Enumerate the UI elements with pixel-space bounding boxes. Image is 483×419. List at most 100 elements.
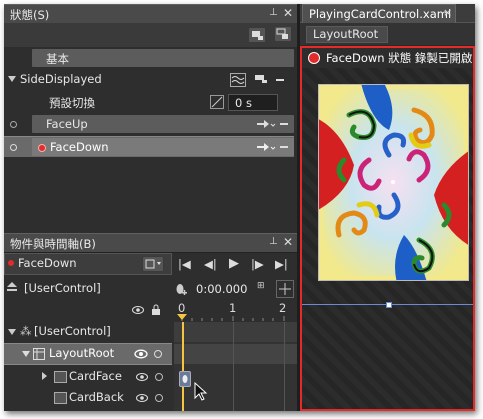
next-frame-icon[interactable]: |▶ (251, 257, 264, 271)
default-transition-row: 預設切換 0 s (4, 92, 294, 112)
artboard[interactable]: FaceDown 狀態 錄製已開啟 (300, 46, 475, 411)
objects-panel-title: 物件與時間軸(B) (10, 237, 96, 251)
states-empty-area (4, 157, 297, 232)
last-frame-icon[interactable]: ▶| (275, 257, 288, 271)
playhead-marker[interactable] (177, 314, 187, 320)
faceup-state-bar[interactable]: FaceUp (32, 115, 294, 133)
lock-toggle[interactable] (155, 394, 163, 402)
transition-duration-input[interactable]: 0 s (228, 94, 278, 111)
tree-item-cardback[interactable]: CardBack (4, 388, 172, 408)
eye-icon[interactable] (136, 393, 148, 403)
tree-item-layoutroot[interactable]: LayoutRoot (4, 343, 172, 365)
state-name-facedown: FaceDown (50, 140, 109, 154)
close-icon[interactable]: ✕ (283, 235, 293, 249)
record-indicator-icon[interactable] (10, 121, 17, 128)
document-tab[interactable]: PlayingCardControl.xaml × (302, 4, 456, 23)
image-icon (54, 371, 67, 383)
visibility-header (132, 304, 172, 318)
first-frame-icon[interactable]: |◀ (178, 257, 191, 271)
document-tab-title: PlayingCardControl.xaml (309, 7, 452, 21)
tree-item-cardface[interactable]: CardFace (4, 367, 172, 387)
breadcrumb[interactable]: LayoutRoot (306, 26, 388, 43)
object-tree: ⁂ [UserControl] LayoutRoot CardFace Card… (4, 322, 172, 411)
transition-icon[interactable] (256, 141, 276, 153)
state-row-facedown[interactable]: FaceDown (4, 136, 294, 158)
remove-state-icon[interactable] (280, 123, 288, 125)
scope-up-icon[interactable] (7, 282, 17, 292)
remove-state-icon[interactable] (280, 146, 288, 148)
playhead-line[interactable] (182, 322, 184, 411)
tree-item-label: CardBack (69, 390, 124, 404)
lock-icon[interactable] (151, 304, 161, 316)
root-scope-label: [UserControl] (24, 281, 101, 295)
base-state-label: 基本 (46, 52, 69, 66)
playback-controls: |◀ ◀| ▶ |▶ ▶| (176, 255, 296, 275)
states-panel-header: 狀態(S) ⊥ ✕ (4, 4, 297, 24)
recording-banner: FaceDown 狀態 錄製已開啟 (302, 48, 473, 68)
previous-frame-icon[interactable]: ◀| (204, 257, 217, 271)
add-state-group-button[interactable] (248, 27, 266, 43)
time-display[interactable]: 0:00.000 (196, 282, 247, 296)
easing-icon[interactable] (230, 73, 246, 87)
remove-group-icon[interactable] (276, 79, 284, 81)
record-keyframe-icon[interactable] (175, 283, 187, 295)
recording-icon[interactable] (308, 52, 320, 64)
timeline-ruler[interactable]: 0 1 2 (174, 299, 297, 321)
state-row-faceup[interactable]: FaceUp (4, 114, 294, 134)
close-icon[interactable]: ✕ (283, 6, 293, 20)
usercontrol-icon: ⁂ (20, 324, 32, 338)
scope-row[interactable]: [UserControl] (4, 279, 174, 299)
transition-icon[interactable] (256, 118, 276, 130)
recording-dot-icon (8, 260, 14, 266)
expand-icon[interactable] (42, 372, 47, 380)
storyboard-name: FaceDown (18, 256, 77, 270)
state-group-row[interactable]: SideDisplayed (4, 70, 294, 90)
base-state-row[interactable]: 基本 (4, 48, 294, 68)
eye-icon[interactable] (134, 349, 148, 359)
facedown-state-bar[interactable]: FaceDown (32, 138, 294, 156)
document-area: PlayingCardControl.xaml × LayoutRoot Fac… (300, 4, 475, 411)
card-face-image[interactable] (318, 84, 469, 281)
recording-banner-text: FaceDown 狀態 錄製已開啟 (326, 51, 473, 65)
snapping-icon[interactable]: ⊞ (257, 281, 265, 291)
objects-panel-header: 物件與時間軸(B) ⊥ ✕ (4, 233, 297, 253)
record-indicator-icon[interactable] (10, 144, 17, 151)
show-transitions-button[interactable] (274, 26, 292, 42)
storyboard-options-button[interactable] (142, 256, 164, 272)
lock-toggle[interactable] (154, 350, 162, 358)
collapse-icon[interactable] (8, 76, 16, 82)
image-icon (54, 392, 67, 404)
timeline-body[interactable] (174, 322, 297, 411)
pin-icon[interactable]: ⊥ (269, 237, 278, 247)
eye-icon[interactable] (132, 305, 144, 315)
state-group-name: SideDisplayed (20, 72, 102, 86)
collapse-icon[interactable] (8, 329, 16, 335)
states-toolbar (4, 23, 297, 47)
base-state-bar[interactable]: 基本 (32, 49, 294, 67)
tree-item-label: CardFace (69, 369, 122, 383)
grid-icon (33, 348, 45, 360)
collapse-icon[interactable] (22, 351, 30, 357)
state-name-faceup: FaceUp (46, 117, 88, 131)
zoom-to-fit-icon[interactable] (276, 280, 294, 298)
tree-item-label: LayoutRoot (49, 346, 115, 360)
pin-icon[interactable]: ⊥ (269, 8, 278, 18)
tree-item-usercontrol[interactable]: ⁂ [UserControl] (4, 322, 172, 342)
recording-dot-icon (38, 144, 46, 152)
add-state-icon[interactable] (254, 74, 268, 84)
ruler-ticks (177, 314, 285, 321)
close-tab-icon[interactable]: × (443, 6, 452, 19)
resize-handle[interactable] (386, 302, 392, 308)
mouse-cursor-icon (194, 382, 208, 401)
default-transition-label: 預設切換 (49, 96, 95, 110)
keyframe[interactable] (179, 371, 191, 387)
tree-item-label: [UserControl] (34, 324, 111, 338)
blend-window: 狀態(S) ⊥ ✕ 基本 SideDisplayed 預設切換 0 s Face… (4, 4, 475, 411)
eye-icon[interactable] (136, 372, 148, 382)
states-panel-title: 狀態(S) (10, 8, 50, 22)
tab-bar: PlayingCardControl.xaml × (300, 4, 475, 23)
easing-function-icon[interactable] (210, 95, 224, 109)
play-icon[interactable]: ▶ (229, 256, 239, 271)
breadcrumb-item: LayoutRoot (313, 27, 379, 41)
lock-toggle[interactable] (155, 373, 163, 381)
